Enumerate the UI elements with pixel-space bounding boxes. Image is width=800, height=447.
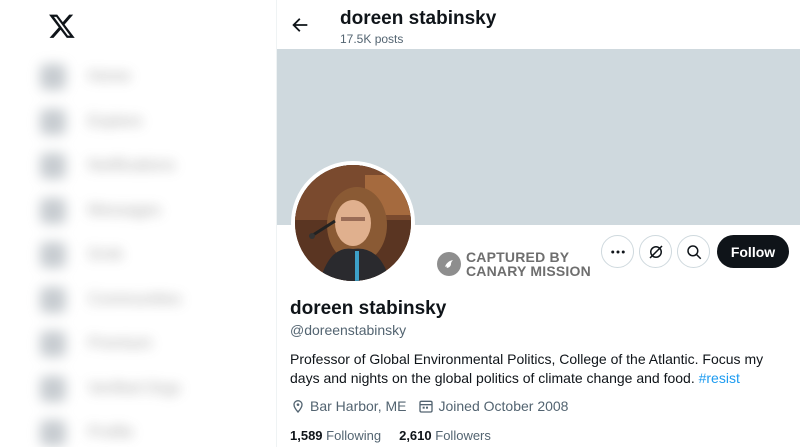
search-button[interactable] xyxy=(677,235,710,268)
sidebar-item-label: Verified Orgs xyxy=(88,379,181,397)
grok-button[interactable] xyxy=(639,235,672,268)
more-options-button[interactable] xyxy=(601,235,634,268)
left-sidebar: Home Explore Notifications Messages Grok… xyxy=(0,0,276,447)
joined-text: Joined October 2008 xyxy=(438,398,569,414)
sidebar-item-label: Explore xyxy=(88,112,143,130)
following-link[interactable]: 1,589 Following xyxy=(290,428,381,443)
sidebar-item-label: Messages xyxy=(88,201,161,219)
following-count: 1,589 xyxy=(290,428,323,443)
explore-icon xyxy=(40,108,66,135)
sidebar-item-grok[interactable]: Grok xyxy=(40,233,240,278)
sidebar-item-label: Grok xyxy=(88,246,123,264)
profile-meta: Bar Harbor, ME Joined October 2008 xyxy=(290,398,580,414)
sidebar-item-verified-orgs[interactable]: Verified Orgs xyxy=(40,367,240,412)
x-logo-icon[interactable] xyxy=(48,12,76,40)
sidebar-item-profile[interactable]: Profile xyxy=(40,411,240,447)
location-item: Bar Harbor, ME xyxy=(290,398,406,414)
sidebar-item-explore[interactable]: Explore xyxy=(40,100,240,145)
verified-orgs-icon xyxy=(40,375,66,402)
messages-icon xyxy=(40,197,66,224)
canary-mission-watermark: CAPTURED BY CANARY MISSION xyxy=(437,250,591,278)
sidebar-nav: Home Explore Notifications Messages Grok… xyxy=(40,55,240,447)
sidebar-item-communities[interactable]: Communities xyxy=(40,278,240,323)
sidebar-item-notifications[interactable]: Notifications xyxy=(40,144,240,189)
sidebar-item-home[interactable]: Home xyxy=(40,55,240,100)
sidebar-item-label: Notifications xyxy=(88,157,176,175)
search-icon xyxy=(686,244,701,259)
watermark-line-2: CANARY MISSION xyxy=(466,263,591,279)
sidebar-item-label: Home xyxy=(88,68,131,86)
location-text: Bar Harbor, ME xyxy=(310,398,407,414)
followers-count: 2,610 xyxy=(399,428,432,443)
location-pin-icon xyxy=(293,400,303,413)
sidebar-item-messages[interactable]: Messages xyxy=(40,189,240,234)
sidebar-item-label: Premium xyxy=(88,335,153,353)
notifications-icon xyxy=(40,153,66,180)
profile-display-name: doreen stabinsky xyxy=(290,298,447,319)
profile-header-bar: doreen stabinsky 17.5K posts xyxy=(277,0,800,50)
sidebar-item-premium[interactable]: Premium xyxy=(40,322,240,367)
back-arrow-icon[interactable] xyxy=(289,14,311,36)
profile-bio: Professor of Global Environmental Politi… xyxy=(290,350,790,388)
following-label: Following xyxy=(326,428,382,443)
communities-icon xyxy=(40,286,66,313)
profile-column: doreen stabinsky 17.5K posts CAPTURED BY… xyxy=(276,0,800,447)
avatar[interactable] xyxy=(291,161,415,285)
home-icon xyxy=(40,64,66,91)
joined-item: Joined October 2008 xyxy=(418,398,568,414)
premium-icon xyxy=(40,331,66,358)
calendar-icon xyxy=(419,400,434,413)
watermark-text: CAPTURED BY CANARY MISSION xyxy=(466,250,591,278)
follow-button[interactable]: Follow xyxy=(717,235,789,268)
header-post-count: 17.5K posts xyxy=(340,32,404,46)
followers-link[interactable]: 2,610 Followers xyxy=(399,428,491,443)
grok-icon xyxy=(648,244,663,259)
watermark-line-1: CAPTURED BY xyxy=(466,249,570,265)
sidebar-item-label: Communities xyxy=(88,290,182,308)
follow-stats: 1,589 Following 2,610 Followers xyxy=(290,428,509,443)
bio-hashtag-link[interactable]: #resist xyxy=(699,370,740,386)
bio-text: Professor of Global Environmental Politi… xyxy=(290,351,764,386)
more-dots-icon xyxy=(610,250,625,253)
grok-icon xyxy=(40,242,66,269)
followers-label: Followers xyxy=(435,428,491,443)
profile-icon xyxy=(40,420,66,447)
header-name: doreen stabinsky xyxy=(340,8,497,29)
profile-handle: @doreenstabinsky xyxy=(290,322,407,338)
canary-bird-icon xyxy=(437,252,461,276)
sidebar-item-label: Profile xyxy=(88,424,134,442)
